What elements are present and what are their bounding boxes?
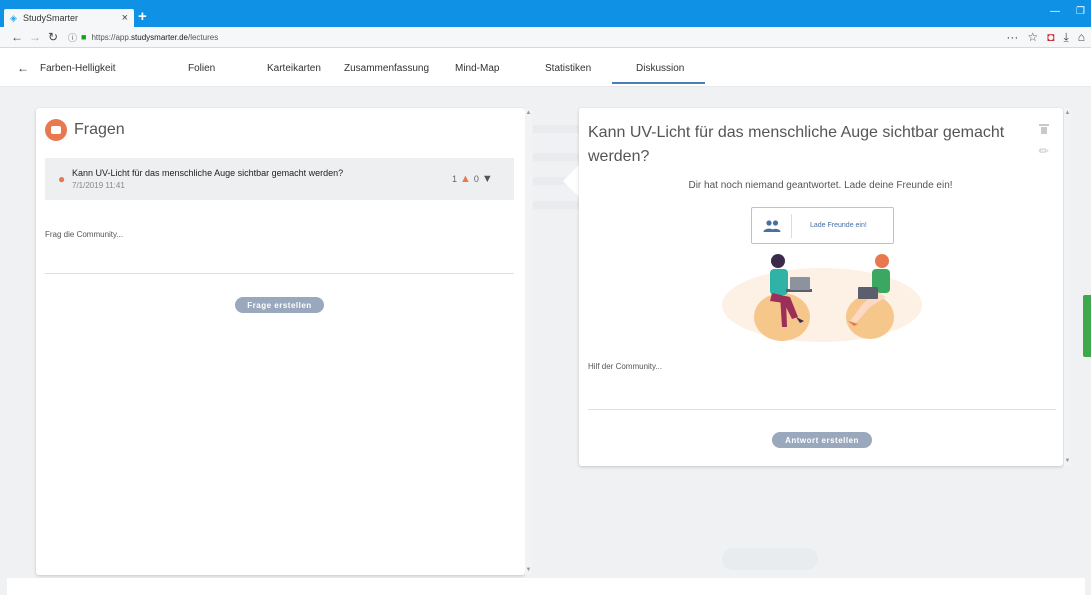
downvote-count: 0 [473, 174, 479, 184]
tab-folien[interactable]: Folien [188, 63, 215, 74]
friends-illustration [722, 254, 922, 342]
tab-karteikarten[interactable]: Karteikarten [267, 63, 321, 74]
invite-friends-button[interactable]: Lade Freunde ein! [751, 207, 894, 244]
extension-icon[interactable]: ◘ [1047, 30, 1054, 45]
lecture-title: Farben-Helligkeit [40, 63, 116, 74]
window-controls: — ❐ [1050, 6, 1085, 17]
back-arrow-icon[interactable]: ← [8, 30, 26, 44]
question-detail-title: Kann UV-Licht für das menschliche Auge s… [588, 124, 1005, 165]
lecture-header: ← Farben-Helligkeit Folien Karteikarten … [0, 48, 1091, 87]
browser-tab-bar: ◈ StudySmarter × + — ❐ [0, 0, 1091, 27]
minimize-icon[interactable]: — [1050, 6, 1060, 17]
back-arrow-icon[interactable]: ← [17, 61, 29, 75]
upvote-count: 1 [452, 174, 458, 184]
tab-statistiken[interactable]: Statistiken [545, 63, 591, 74]
home-icon[interactable]: ⌂ [1078, 30, 1085, 45]
close-tab-icon[interactable]: × [122, 12, 128, 24]
browser-tab[interactable]: ◈ StudySmarter × [4, 9, 134, 27]
forward-arrow-icon[interactable]: → [26, 30, 44, 44]
active-tab-indicator [612, 82, 705, 84]
detail-scrollbar[interactable]: ▲ ▼ [1064, 108, 1071, 466]
scroll-down-icon[interactable]: ▼ [1064, 458, 1071, 464]
invite-friends-label: Lade Freunde ein! [810, 222, 867, 229]
question-text: Kann UV-Licht für das menschliche Auge s… [72, 168, 344, 178]
more-icon[interactable]: ··· [1006, 30, 1018, 45]
scroll-up-icon[interactable]: ▲ [525, 110, 532, 116]
trash-icon[interactable] [1039, 124, 1049, 134]
questions-scrollbar[interactable]: ▲ ▼ [525, 108, 532, 575]
thumbs-up-icon[interactable]: ▲ [460, 173, 471, 185]
question-list-item[interactable]: ● Kann UV-Licht für das menschliche Auge… [45, 158, 514, 200]
create-answer-button[interactable]: Antwort erstellen [772, 432, 872, 448]
panel-pointer [563, 165, 579, 197]
thumbs-down-icon[interactable]: ▼ [482, 173, 493, 185]
user-icon: ● [58, 172, 66, 186]
questions-title: Fragen [74, 121, 125, 138]
tab-mind-map[interactable]: Mind-Map [455, 63, 499, 74]
chat-bubble-icon [45, 119, 67, 141]
scroll-up-icon[interactable]: ▲ [1064, 110, 1071, 116]
background-ghost-button [722, 548, 818, 570]
ask-community-input[interactable]: Frag die Community... [45, 226, 514, 274]
question-date: 7/1/2019 11:41 [72, 181, 125, 190]
tab-diskussion[interactable]: Diskussion [636, 63, 684, 74]
scroll-down-icon[interactable]: ▼ [525, 567, 532, 573]
lock-icon: ■ [81, 32, 87, 42]
reload-icon[interactable]: ↻ [44, 30, 62, 44]
help-community-input[interactable]: Hilf der Community... [588, 358, 1056, 410]
info-icon[interactable]: ⓘ [68, 31, 77, 44]
page-bottom-area [7, 578, 1085, 595]
feedback-side-tab[interactable] [1083, 295, 1091, 357]
download-icon[interactable]: ⤓ [1063, 30, 1068, 45]
invite-separator [791, 214, 792, 238]
url-path: /lectures [187, 32, 219, 42]
question-votes: 1 ▲ 0 ▼ [452, 173, 493, 185]
browser-nav-bar: ← → ↻ ⓘ ■ https://app. studysmarter.de/le… [0, 27, 1091, 48]
no-answer-message: Dir hat noch niemand geantwortet. Lade d… [688, 180, 953, 191]
studysmarter-favicon-icon: ◈ [10, 12, 17, 23]
url-prefix: https://app. [91, 32, 132, 42]
star-icon[interactable]: ☆ [1027, 30, 1038, 45]
browser-toolbar-right: ··· ☆ ◘ ⤓ ⌂ [1006, 30, 1085, 45]
people-icon [763, 220, 781, 232]
tab-zusammenfassung[interactable]: Zusammenfassung [344, 63, 429, 74]
create-question-button[interactable]: Frage erstellen [235, 297, 324, 313]
maximize-icon[interactable]: ❐ [1076, 6, 1085, 17]
new-tab-button[interactable]: + [138, 8, 147, 25]
url-host: studysmarter.de [131, 32, 188, 42]
browser-tab-title: StudySmarter [23, 13, 79, 23]
address-bar[interactable]: ⓘ ■ https://app. studysmarter.de/lectures [68, 31, 218, 44]
